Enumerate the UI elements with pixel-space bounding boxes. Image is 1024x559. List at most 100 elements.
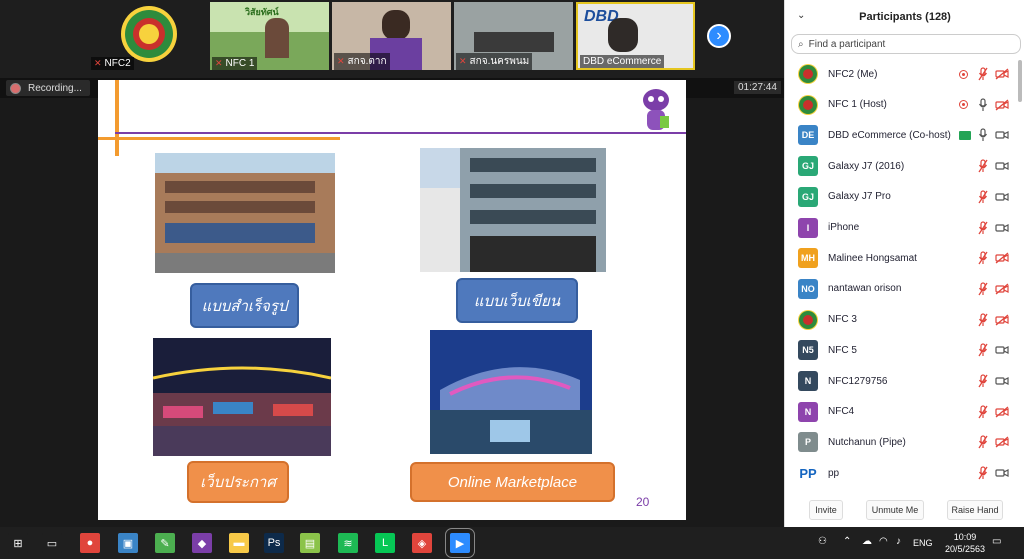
recording-label: Recording... xyxy=(28,82,82,94)
photo-night-market xyxy=(153,338,331,456)
photo-modern-building xyxy=(420,148,606,272)
photo-shopping-mall xyxy=(430,330,592,454)
raise-hand-button[interactable]: Raise Hand xyxy=(947,500,1003,520)
notepad-icon[interactable]: ✎ xyxy=(155,533,175,553)
search-placeholder: Find a participant xyxy=(808,38,886,50)
participant-row[interactable]: DE DBD eCommerce (Co-host) xyxy=(785,120,1017,150)
windows-taskbar: ⊞ ▭ ● ▣ ✎ ◆ ▬ Ps ▤ ≋ L ◈ ▶ ⚇ ⌃ ☁ ◠ ♪ ENG 10:09 20/5/… xyxy=(0,527,1024,559)
participant-row[interactable]: IiPhone xyxy=(785,213,1017,243)
avatar: DE xyxy=(798,125,818,146)
video-tile-active[interactable]: DBD DBD eCommerce xyxy=(576,2,695,70)
mic-muted-icon[interactable] xyxy=(978,190,988,204)
task-view-icon[interactable]: ▭ xyxy=(42,533,62,553)
anydesk-icon[interactable]: ◈ xyxy=(412,533,432,553)
wifi-icon[interactable]: ◠ xyxy=(879,536,888,547)
category-custom-website: แบบเว็บเขียน xyxy=(456,278,578,323)
participant-name: Galaxy J7 (2016) xyxy=(828,160,905,172)
video-tile-label: DBD eCommerce xyxy=(580,55,665,68)
file-explorer-icon[interactable]: ▬ xyxy=(229,533,249,553)
camera-icon xyxy=(995,129,1009,141)
network-app-icon[interactable]: ▣ xyxy=(118,533,138,553)
participant-row[interactable]: GJ Galaxy J7 (2016) xyxy=(785,151,1017,181)
notes-icon[interactable]: ▤ xyxy=(300,533,320,553)
participant-row[interactable]: NFC 1 (Host) xyxy=(785,90,1017,120)
mic-muted-icon[interactable] xyxy=(978,159,988,173)
participant-row[interactable]: NFC 3 xyxy=(785,305,1017,335)
room-scene xyxy=(474,32,554,52)
video-tile[interactable]: ✕ สกจ.ตาก xyxy=(332,2,451,70)
video-tile[interactable]: วิสัยทัศน์ ✕ NFC 1 xyxy=(210,2,329,70)
next-videos-button[interactable]: › xyxy=(707,24,731,48)
participant-row[interactable]: N5 NFC 5 xyxy=(785,335,1017,365)
participant-row[interactable]: N NFC4 xyxy=(785,397,1017,427)
avatar: I xyxy=(798,217,818,238)
camera-off-icon xyxy=(995,406,1009,418)
photoshop-icon[interactable]: Ps xyxy=(264,533,284,553)
mic-muted-icon[interactable] xyxy=(978,220,988,235)
participant-row[interactable]: NO nantawan orison xyxy=(785,274,1017,304)
mic-muted-icon[interactable] xyxy=(978,374,988,388)
invite-button[interactable]: Invite xyxy=(809,500,843,520)
participants-panel: ⌄ Participants (128) ⌕ Find a participan… xyxy=(784,0,1024,527)
mic-muted-icon[interactable] xyxy=(978,67,988,81)
avatar: MH xyxy=(798,248,818,269)
participant-search-input[interactable]: ⌕ Find a participant xyxy=(791,34,1021,54)
language-indicator[interactable]: ENG xyxy=(913,538,933,548)
participant-row[interactable]: PP pp xyxy=(785,458,1017,488)
camera-icon xyxy=(995,467,1009,479)
participant-name: NFC 1 (Host) xyxy=(828,99,887,111)
video-tile[interactable]: ✕ สกจ.นครพนม xyxy=(454,2,573,70)
participants-title: Participants (128) xyxy=(859,11,951,23)
participant-row[interactable]: NFC2 (Me) xyxy=(785,59,1017,89)
participant-row[interactable]: MH Malinee Hongsamat xyxy=(785,243,1017,273)
participant-name: Malinee Hongsamat xyxy=(828,252,917,264)
mic-icon[interactable] xyxy=(978,98,988,112)
cloud-icon[interactable]: ☁ xyxy=(862,536,872,547)
camera-off-icon xyxy=(995,252,1009,264)
mic-muted-icon[interactable] xyxy=(978,435,988,449)
mic-muted-icon[interactable] xyxy=(978,251,988,265)
participant-row[interactable]: P Nutchanun (Pipe) xyxy=(785,427,1017,457)
person-silhouette xyxy=(265,18,289,58)
tile-heading: วิสัยทัศน์ xyxy=(245,7,279,17)
avatar: NO xyxy=(798,278,818,299)
mic-muted-icon[interactable] xyxy=(978,466,988,480)
clock[interactable]: 10:09 20/5/2563 xyxy=(945,531,985,555)
shared-slide: แบบสำเร็จรูป แบบเว็บเขียน เว็บประกาศ Onl… xyxy=(98,80,686,520)
avatar: P xyxy=(798,432,818,453)
mic-muted-icon[interactable] xyxy=(978,405,988,419)
participant-name: Galaxy J7 Pro xyxy=(828,191,891,203)
spotify-icon[interactable]: ≋ xyxy=(338,533,358,553)
mic-muted-icon[interactable] xyxy=(978,343,988,357)
camera-off-icon xyxy=(995,68,1009,80)
notification-icon[interactable]: ▭ xyxy=(992,536,1001,547)
mic-icon[interactable] xyxy=(978,128,988,142)
participant-row[interactable]: N NFC1279756 xyxy=(785,366,1017,396)
category-online-marketplace: Online Marketplace xyxy=(410,462,615,502)
visual-studio-icon[interactable]: ◆ xyxy=(192,533,212,553)
line-icon[interactable]: L xyxy=(375,533,395,553)
unmute-me-button[interactable]: Unmute Me xyxy=(866,500,924,520)
camera-icon xyxy=(995,160,1009,172)
scrollbar[interactable] xyxy=(1018,60,1022,102)
recording-indicator[interactable]: Recording... xyxy=(6,80,90,96)
zoom-icon[interactable]: ▶ xyxy=(445,528,475,558)
video-tile[interactable]: ✕ NFC2 xyxy=(89,2,208,70)
chrome-icon[interactable]: ● xyxy=(80,533,100,553)
person-head xyxy=(382,10,410,40)
meeting-timer: 01:27:44 xyxy=(734,81,781,94)
avatar-logo-icon xyxy=(798,64,818,84)
people-icon[interactable]: ⚇ xyxy=(818,536,827,547)
mic-muted-icon: ✕ xyxy=(215,58,223,68)
tray-expand-icon[interactable]: ⌃ xyxy=(843,536,851,547)
windows-start-icon[interactable]: ⊞ xyxy=(8,533,28,553)
participant-name: NFC 3 xyxy=(828,314,857,326)
mic-muted-icon[interactable] xyxy=(978,282,988,296)
video-strip: ✕ NFC2 วิสัยทัศน์ ✕ NFC 1 ✕ สกจ.ตาก ✕ สกจ.นค… xyxy=(0,0,784,78)
camera-off-icon xyxy=(995,283,1009,295)
mic-muted-icon[interactable] xyxy=(978,312,988,327)
speaker-icon[interactable]: ♪ xyxy=(896,536,901,547)
clock-time: 10:09 xyxy=(953,532,977,542)
mic-muted-icon: ✕ xyxy=(94,58,102,68)
participant-row[interactable]: GJ Galaxy J7 Pro xyxy=(785,182,1017,212)
